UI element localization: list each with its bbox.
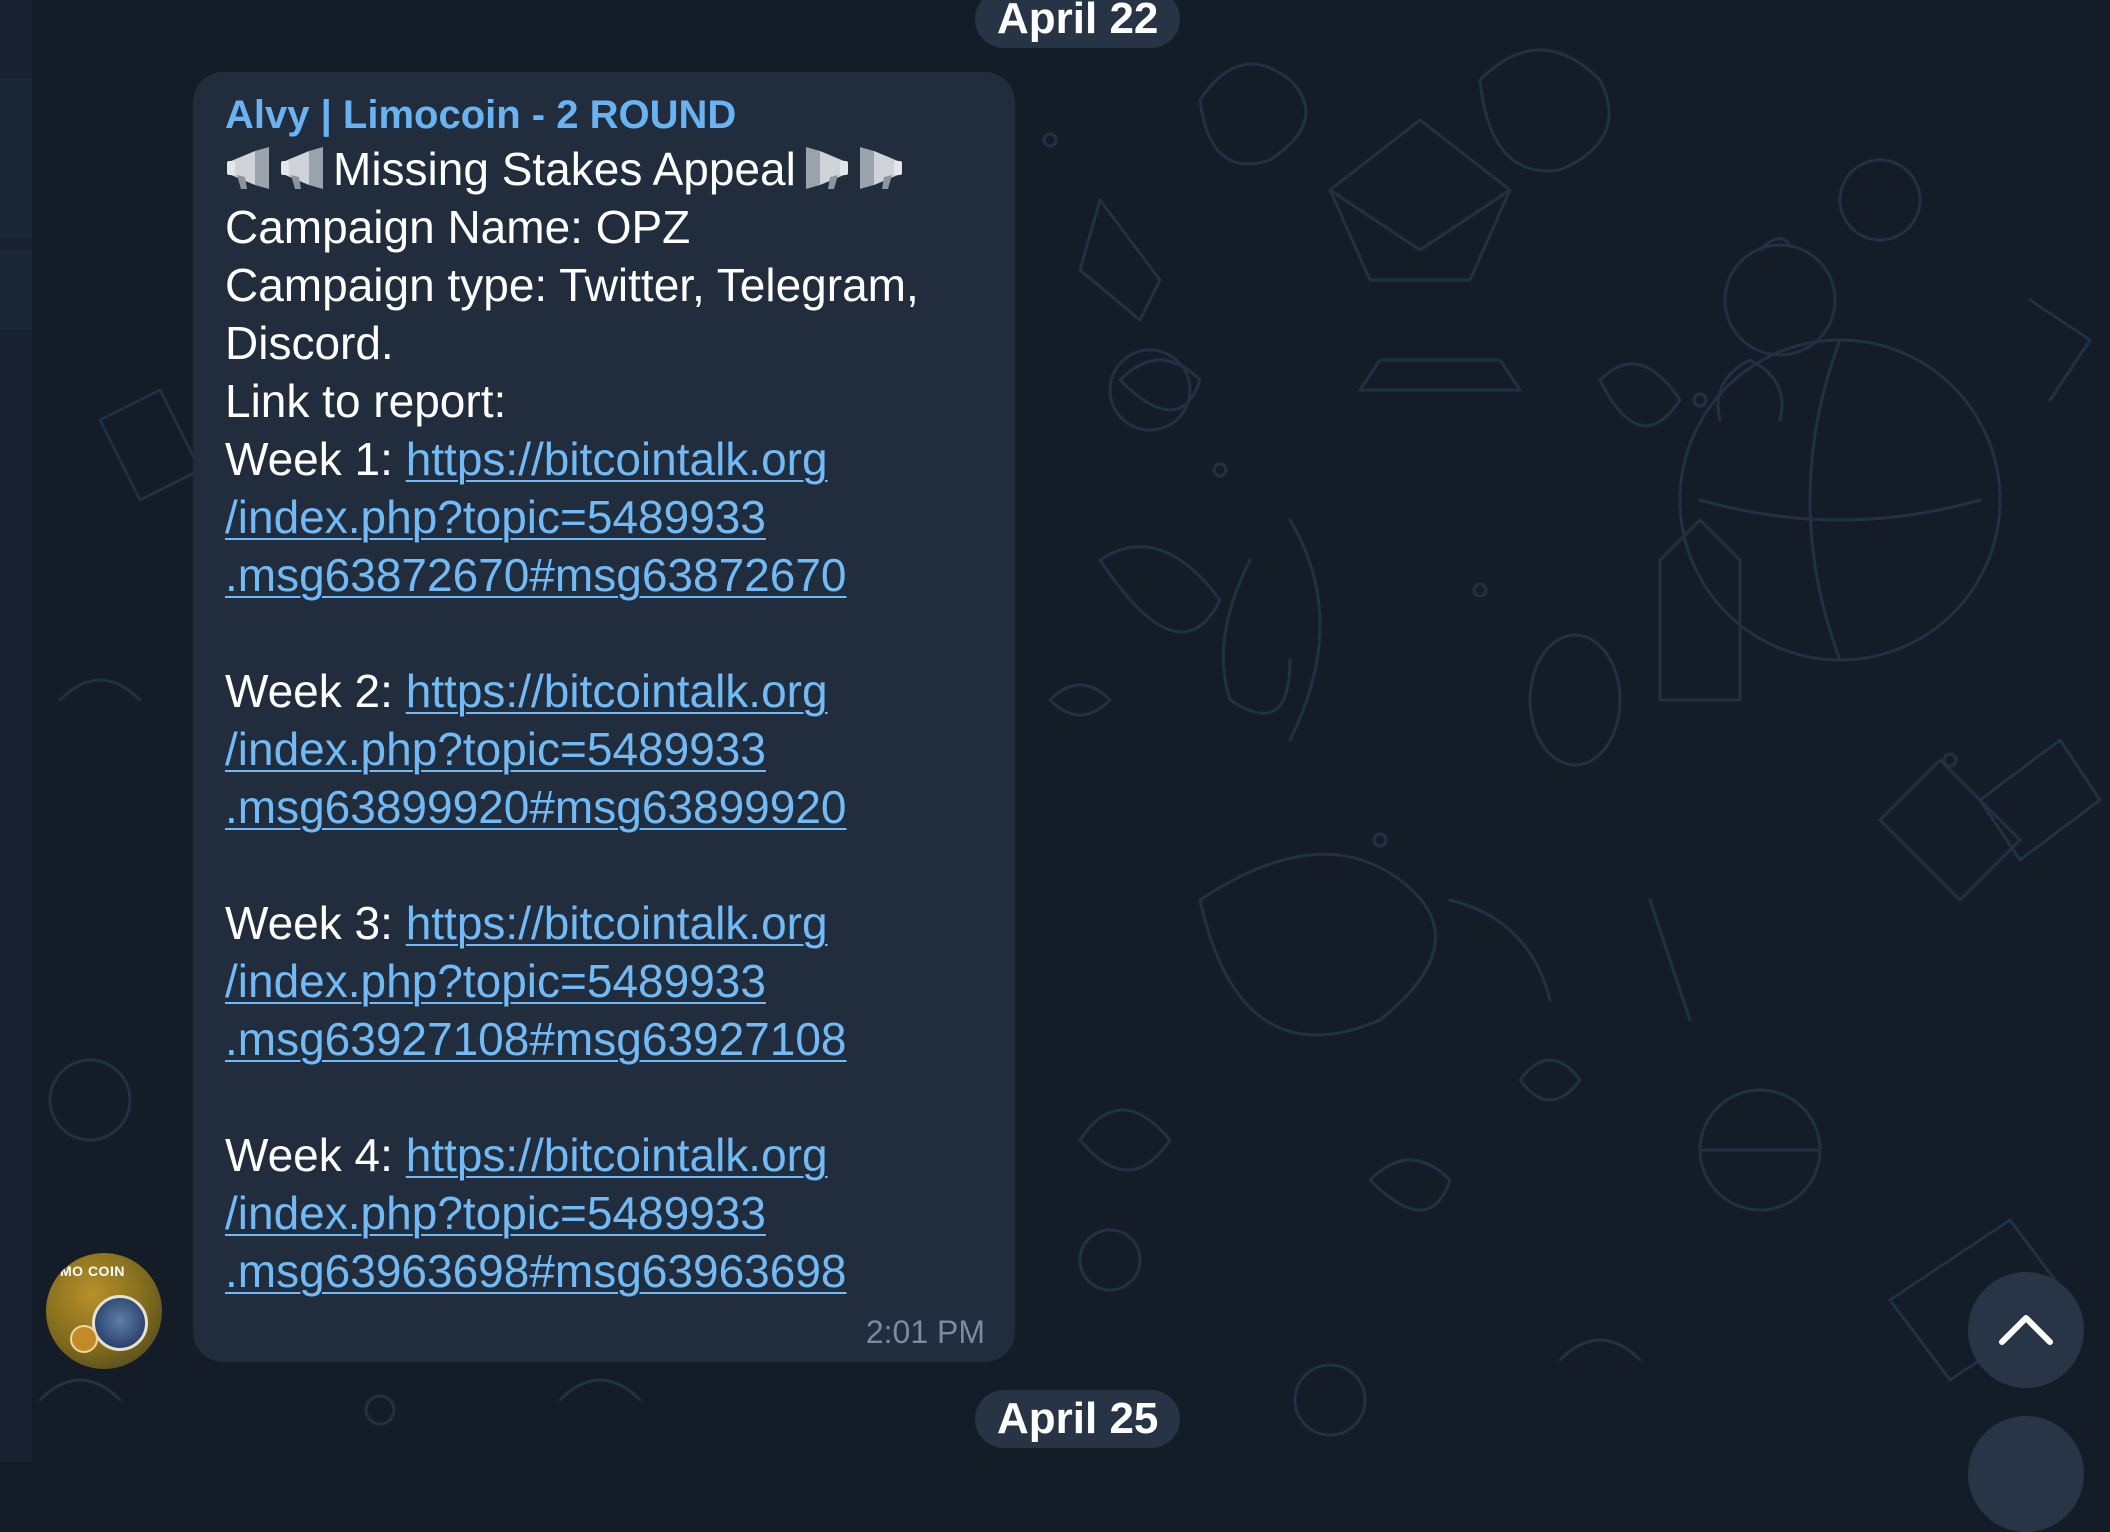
week-4-line: Week 4: https://bitcointalk.org [225,1126,985,1184]
date-separator: April 22 [975,0,1181,48]
megaphone-icon [805,147,848,189]
week-1-link-cont[interactable]: /index.php?topic=5489933 [225,491,766,543]
campaign-type: Campaign type: Twitter, Telegram, [225,259,919,311]
week-4-link[interactable]: https://bitcointalk.org [406,1129,828,1181]
message-title: Missing Stakes Appeal [333,143,796,195]
date-separator: April 25 [975,1390,1181,1448]
week-3-link-cont[interactable]: /index.php?topic=5489933 [225,955,766,1007]
sender-name[interactable]: Alvy | Limocoin - 2 ROUND [225,90,985,140]
week-3-label: Week 3: [225,897,406,949]
week-2-line: Week 2: https://bitcointalk.org [225,662,985,720]
campaign-name: Campaign Name: OPZ [225,201,691,253]
week-4-link-cont[interactable]: .msg63963698#msg63963698 [225,1245,847,1297]
chevron-up-icon [1999,1315,2053,1345]
scroll-up-button[interactable] [1968,1272,2084,1388]
week-4-link-cont[interactable]: /index.php?topic=5489933 [225,1187,766,1239]
message-bubble[interactable]: Alvy | Limocoin - 2 ROUND Missing Stakes… [193,72,1015,1362]
week-2-link-cont[interactable]: /index.php?topic=5489933 [225,723,766,775]
chat-list-edge [0,0,32,1462]
week-4-label: Week 4: [225,1129,406,1181]
megaphone-icon [227,147,269,189]
week-1-link-cont[interactable]: .msg63872670#msg63872670 [225,549,847,601]
message-timestamp: 2:01 PM [865,1314,985,1350]
report-label: Link to report: [225,375,507,427]
coin-icon [92,1295,148,1351]
week-3-link-cont[interactable]: .msg63927108#msg63927108 [225,1013,847,1065]
week-1-line: Week 1: https://bitcointalk.org [225,430,985,488]
message-title-line: Missing Stakes Appeal [225,140,985,198]
week-1-label: Week 1: [225,433,406,485]
week-3-link[interactable]: https://bitcointalk.org [406,897,828,949]
week-1-link[interactable]: https://bitcointalk.org [406,433,828,485]
campaign-type-cont: Discord. [225,317,394,369]
week-2-link[interactable]: https://bitcointalk.org [406,665,828,717]
megaphone-icon [281,147,323,189]
week-3-line: Week 3: https://bitcointalk.org [225,894,985,952]
week-2-link-cont[interactable]: .msg63899920#msg63899920 [225,781,847,833]
week-2-label: Week 2: [225,665,406,717]
scroll-down-button[interactable] [1968,1416,2084,1532]
avatar-text: MO COIN [60,1263,125,1279]
coin-icon [70,1325,98,1353]
sender-avatar[interactable]: MO COIN [46,1253,162,1369]
megaphone-icon [859,147,902,189]
